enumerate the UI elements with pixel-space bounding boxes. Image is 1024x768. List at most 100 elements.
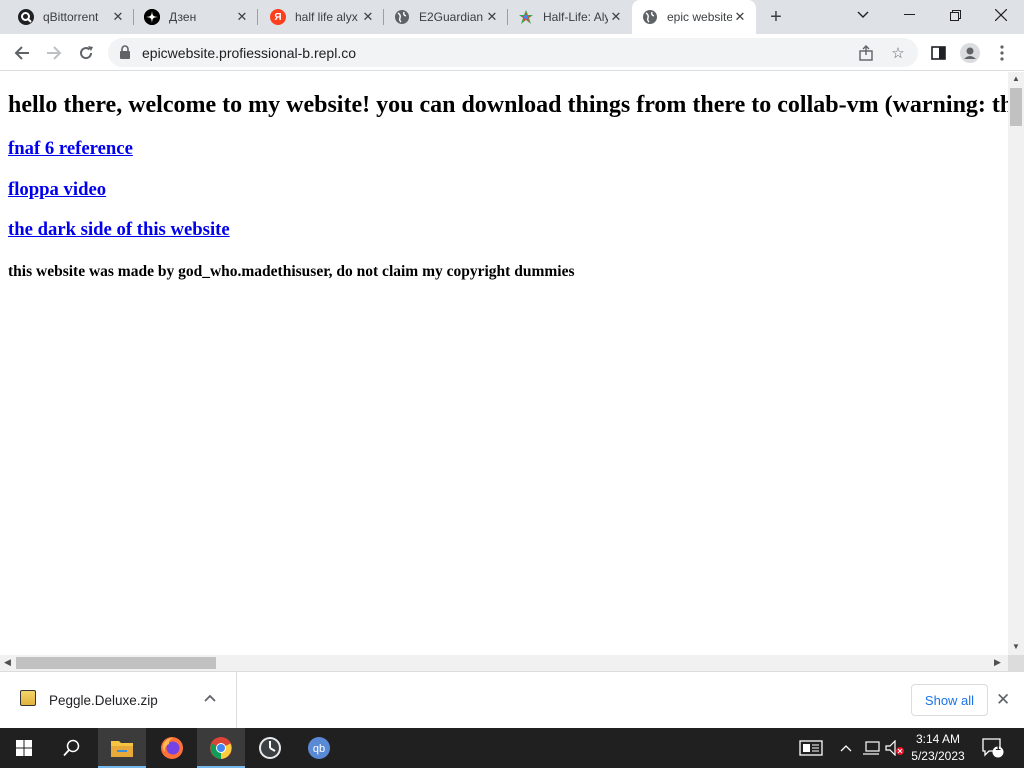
taskbar-file-explorer[interactable] [98, 728, 146, 768]
copyright-notice: this website was made by god_who.madethi… [8, 263, 575, 280]
tab-separator [257, 9, 258, 25]
system-clock[interactable]: 3:14 AM 5/23/2023 [905, 731, 971, 765]
show-all-button[interactable]: Show all [911, 684, 988, 716]
side-panel-icon [930, 46, 946, 60]
tab-title: Half-Life: Alyx [543, 10, 608, 24]
link-fnaf-6-reference[interactable]: fnaf 6 reference [8, 138, 133, 160]
link-dark-side[interactable]: the dark side of this website [8, 219, 230, 241]
avatar-icon [960, 43, 980, 63]
tab-title: half life alyx [295, 10, 358, 24]
close-shelf-icon[interactable]: ✕ [996, 690, 1010, 710]
browser-toolbar: epicwebsite.profiessional-b.repl.co ☆ [0, 34, 1024, 71]
windows-logo-icon [16, 740, 32, 756]
zip-file-icon [20, 690, 36, 706]
qbittorrent-favicon-icon [18, 9, 34, 25]
download-item[interactable]: Peggle.Deluxe.zip [0, 672, 237, 728]
profile-button[interactable] [956, 39, 984, 67]
close-tab-icon[interactable]: ✕ [608, 9, 624, 25]
tab-title: qBittorrent [43, 10, 99, 24]
minimize-icon [903, 14, 915, 15]
chevron-down-icon [857, 11, 869, 18]
close-icon [995, 9, 1007, 21]
share-icon[interactable] [856, 43, 876, 63]
globe-icon [642, 9, 658, 25]
taskbar-qbittorrent[interactable]: qb [295, 728, 343, 768]
close-tab-icon[interactable]: ✕ [360, 9, 376, 25]
bookmark-star-icon[interactable]: ☆ [888, 43, 908, 63]
firefox-icon [161, 737, 183, 759]
tab-e2guardian[interactable]: E2Guardian ✕ [384, 0, 508, 34]
chrome-icon [210, 737, 232, 759]
clock-date: 5/23/2023 [911, 749, 965, 763]
close-tab-icon[interactable]: ✕ [732, 9, 748, 25]
close-tab-icon[interactable]: ✕ [484, 9, 500, 25]
vertical-scroll-thumb[interactable] [1010, 88, 1022, 126]
taskbar-clock-app[interactable] [246, 728, 294, 768]
vertical-scrollbar[interactable]: ▲ ▼ [1008, 72, 1024, 655]
tab-dzen[interactable]: Дзен ✕ [134, 0, 258, 34]
tab-strip: qBittorrent ✕ Дзен ✕ Я half life alyx ✕ … [0, 0, 1024, 34]
windows-taskbar: qb 3:14 AM 5/23/2023 1 [0, 728, 1024, 768]
taskbar-firefox[interactable] [148, 728, 196, 768]
back-button[interactable] [8, 39, 36, 67]
tab-title: epic website [667, 10, 732, 24]
address-bar[interactable]: epicwebsite.profiessional-b.repl.co ☆ [108, 38, 918, 67]
news-widget-icon[interactable] [796, 728, 826, 768]
scroll-down-icon[interactable]: ▼ [1012, 642, 1020, 651]
link-floppa-video[interactable]: floppa video [8, 179, 106, 201]
tab-half-life-alyx-search[interactable]: Я half life alyx ✕ [260, 0, 384, 34]
arrow-left-icon [14, 46, 29, 60]
horizontal-scroll-thumb[interactable] [16, 657, 216, 669]
lock-icon[interactable] [119, 45, 131, 65]
close-tab-icon[interactable]: ✕ [110, 9, 126, 25]
svg-text:qb: qb [313, 743, 325, 755]
close-window-button[interactable] [978, 0, 1024, 30]
tab-qbittorrent[interactable]: qBittorrent ✕ [8, 0, 134, 34]
menu-button[interactable] [988, 39, 1016, 67]
close-tab-icon[interactable]: ✕ [234, 9, 250, 25]
alarm-clock-icon [259, 737, 281, 759]
folder-icon [111, 741, 133, 757]
side-panel-button[interactable] [924, 39, 952, 67]
notification-count: 1 [995, 742, 1001, 753]
clock-time: 3:14 AM [915, 732, 961, 746]
tab-title: Дзен [169, 10, 197, 24]
half-life-alyx-favicon-icon [518, 9, 534, 25]
chevron-up-icon[interactable] [204, 690, 216, 705]
page-viewport: hello there, welcome to my website! you … [0, 72, 1008, 655]
reload-button[interactable] [72, 39, 100, 67]
scroll-right-icon[interactable]: ▶ [994, 657, 1001, 668]
scrollbar-corner [1008, 655, 1024, 671]
show-hidden-icons-chevron-icon[interactable] [836, 728, 856, 768]
minimize-button[interactable] [886, 0, 932, 30]
download-shelf: Peggle.Deluxe.zip Show all ✕ [0, 671, 1024, 728]
tab-half-life-alyx[interactable]: Half-Life: Alyx ✕ [508, 0, 632, 34]
network-icon[interactable] [860, 728, 882, 768]
scroll-up-icon[interactable]: ▲ [1012, 74, 1020, 83]
qbittorrent-icon: qb [308, 737, 330, 759]
new-tab-button[interactable]: + [764, 5, 788, 29]
globe-icon [394, 9, 410, 25]
search-icon [63, 739, 80, 757]
forward-button[interactable] [40, 39, 68, 67]
yandex-favicon-icon: Я [270, 9, 286, 25]
page-heading: hello there, welcome to my website! you … [8, 92, 1008, 118]
restore-icon [949, 9, 961, 21]
arrow-right-icon [47, 46, 62, 60]
taskbar-chrome[interactable] [197, 728, 245, 768]
notification-center-button[interactable]: 1 [980, 728, 1006, 768]
dzen-favicon-icon [144, 9, 160, 25]
url-text[interactable]: epicwebsite.profiessional-b.repl.co [142, 45, 356, 61]
horizontal-scrollbar[interactable]: ◀ ▶ [0, 655, 1008, 671]
tab-epic-website[interactable]: epic website ✕ [632, 0, 756, 34]
tab-title: E2Guardian [419, 10, 484, 24]
scroll-left-icon[interactable]: ◀ [4, 657, 11, 668]
search-button[interactable] [48, 728, 96, 768]
reload-icon [80, 46, 93, 60]
tab-search-button[interactable] [840, 0, 886, 30]
restore-button[interactable] [932, 0, 978, 30]
download-filename[interactable]: Peggle.Deluxe.zip [49, 693, 158, 708]
volume-muted-icon[interactable] [884, 728, 906, 768]
start-button[interactable] [0, 728, 48, 768]
kebab-menu-icon [1000, 45, 1004, 61]
